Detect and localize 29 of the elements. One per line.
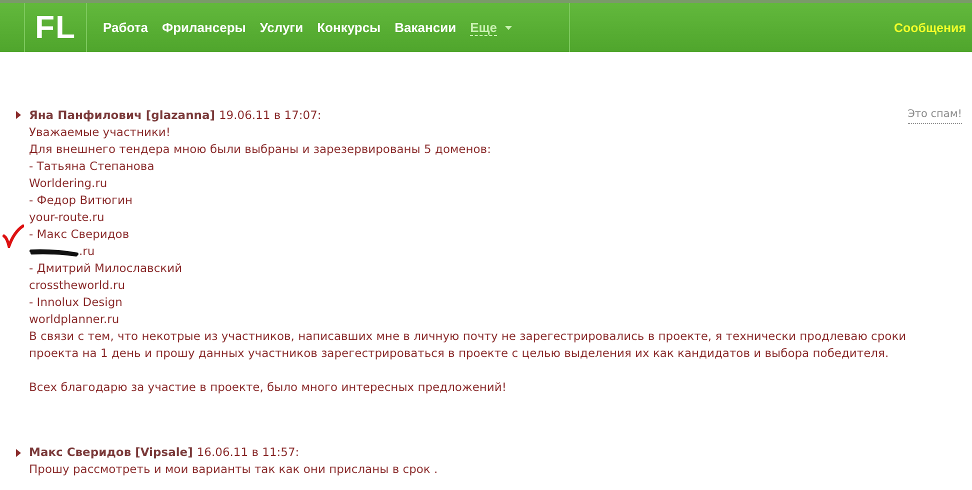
comment-paragraph: Всех благодарю за участие в проекте, было много интересных предложений! (29, 379, 508, 396)
comment-text: Уважаемые участники! (29, 125, 170, 139)
comment-author[interactable]: Яна Панфилович [glazanna] (29, 106, 215, 124)
comment-paragraph: В связи с тем, что некотрые из участников, написавших мне в личную почту не зарегестрировались в проекте, я технически продлеваю сроки проекта на 1 день и прошу данных участников зарегестрироваться в проекте с целью выделения их как кандидатов и выбора победителя. (29, 328, 908, 362)
logo[interactable]: FL (24, 3, 87, 52)
comment-text: crosstheworld.ru (29, 278, 126, 292)
comment-text: your-route.ru (29, 210, 104, 224)
comment-text: Для внешнего тендера мною были выбраны и зарезервированы 5 доменов: (29, 142, 491, 156)
comment-author[interactable]: Макс Сверидов [Vipsale] (29, 444, 193, 461)
comment-text: - Дмитрий Милославский (29, 261, 182, 275)
nav-link[interactable]: Конкурсы (317, 20, 381, 35)
triangle-icon[interactable] (16, 111, 21, 119)
comment-text: worldplanner.ru (29, 312, 120, 326)
nav-link[interactable]: Вакансии (394, 20, 456, 35)
triangle-icon[interactable] (16, 449, 21, 457)
comment-text: Прошу рассмотреть и мои варианты так как они присланы в срок . (29, 462, 438, 476)
nav-link[interactable]: Фрилансеры (162, 20, 246, 35)
comment-text: - Татьяна Степанова (29, 159, 154, 173)
nav-link[interactable]: Услуги (260, 20, 304, 35)
comment-text: - Innolux Design (29, 295, 122, 309)
comment-date: 16.06.11 в 11:57: (196, 444, 300, 461)
messages-link[interactable]: Сообщения (894, 20, 966, 34)
nav-link[interactable]: Работа (103, 20, 148, 35)
comment-date: 19.06.11 в 17:07: (218, 106, 322, 124)
comment-text: - Федор Витюгин (29, 193, 132, 207)
spam-report-link[interactable]: Это спам! (908, 106, 962, 124)
comment-text: .ru (79, 244, 95, 258)
comment-text: - Макс Сверидов (29, 227, 130, 241)
comment-text: Worldering.ru (29, 176, 108, 190)
